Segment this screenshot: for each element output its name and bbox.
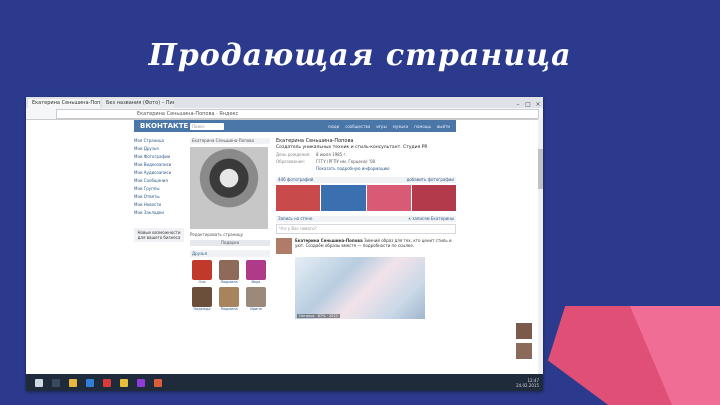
photo-thumb[interactable] <box>321 185 366 211</box>
chrome-icon[interactable] <box>120 378 128 387</box>
sidebar-item-friends[interactable]: Мои Друзья <box>134 146 184 154</box>
photo-thumb[interactable] <box>411 185 456 211</box>
nav-communities[interactable]: сообщества <box>345 124 370 129</box>
tab-vk[interactable]: Екатерина Сеньшина-Поп… <box>28 99 100 108</box>
profile-caption[interactable]: Редактировать страницу <box>190 232 270 237</box>
sidebar-item-messages[interactable]: Мои Сообщения <box>134 178 184 186</box>
friend-item[interactable]: Надежда <box>190 287 214 311</box>
nav-help[interactable]: помощь <box>414 124 431 129</box>
friend-item[interactable]: Оля <box>190 260 214 284</box>
friend-name: Людмила <box>220 280 238 284</box>
info-row: День рождения: 8 июля 1985 г. <box>276 152 456 157</box>
friend-item[interactable]: Ирина <box>244 287 268 311</box>
info-value: 8 июля 1985 г. <box>316 152 347 157</box>
vk-search-input[interactable]: Поиск <box>190 122 224 130</box>
profile-column: Екатерина Сеньшина-Попова Редактировать … <box>190 138 270 311</box>
friend-name: Надежда <box>193 307 211 311</box>
wall-link[interactable]: к записям Екатерины <box>409 216 454 222</box>
tab-pinterest[interactable]: Без названия (Фото) – Пинт… <box>102 99 174 108</box>
address-bar[interactable]: Екатерина Сеньшина-Попова · Яндекс <box>56 108 539 119</box>
scrollbar[interactable] <box>538 119 543 374</box>
info-value: ГГГУ (РГПУ им. Герцена) '08 <box>316 159 376 164</box>
avatar[interactable] <box>190 147 268 229</box>
add-photos-link[interactable]: добавить фотографии <box>407 177 454 183</box>
sidebar-item-groups[interactable]: Мои Группы <box>134 186 184 194</box>
info-row: Образование: ГГГУ (РГПУ им. Герцена) '08 <box>276 159 456 164</box>
nav-music[interactable]: музыка <box>393 124 409 129</box>
photo-thumb[interactable] <box>366 185 411 211</box>
clock-date: 24.02.2015 <box>516 382 539 388</box>
profile-status[interactable]: Создатель уникальных техник и стиль-конс… <box>276 145 456 150</box>
sidebar-promo[interactable]: Новые возможности для вашего бизнеса <box>134 228 184 242</box>
sidebar-item-photos[interactable]: Мои Фотографии <box>134 154 184 162</box>
nav-people[interactable]: люди <box>328 124 339 129</box>
nav-games[interactable]: игры <box>376 124 386 129</box>
start-icon[interactable] <box>35 378 43 387</box>
browser-icon[interactable] <box>86 378 94 387</box>
post-text: Екатерина Сеньшина-Попова Зимний образ д… <box>295 238 456 254</box>
friends-grid: Оля Людмила Вера Надежда Людмила Ирина <box>190 260 270 311</box>
photos-bar: 446 фотографий добавить фотографии <box>276 177 456 183</box>
main-column: Екатерина Сеньшина-Попова Создатель уник… <box>276 138 456 319</box>
slide-title: Продающая страница <box>148 38 572 73</box>
vk-sidebar: Моя Страница Мои Друзья Мои Фотографии М… <box>134 138 184 242</box>
vk-header: ВКОНТАКТЕ Поиск люди сообщества игры муз… <box>134 120 456 132</box>
gifts-button[interactable]: Подарки <box>190 240 270 246</box>
post-image-caption: Наталья · 87% · 2015 <box>297 314 340 318</box>
friend-name: Оля <box>198 280 206 284</box>
app-icon[interactable] <box>154 378 162 387</box>
post-input[interactable]: Что у Вас нового? <box>276 224 456 234</box>
search-icon[interactable] <box>52 378 60 387</box>
friend-name: Вера <box>251 280 261 284</box>
app-icon[interactable] <box>137 378 145 387</box>
nav-logout[interactable]: выйти <box>437 124 450 129</box>
sidebar-item-bookmarks[interactable]: Мои Закладки <box>134 210 184 218</box>
explorer-icon[interactable] <box>69 378 77 387</box>
sidebar-item-page[interactable]: Моя Страница <box>134 138 184 146</box>
address-row: Екатерина Сеньшина-Попова · Яндекс <box>26 108 543 120</box>
wall-label: Запись на стене <box>278 216 313 221</box>
friend-name: Ирина <box>250 307 262 311</box>
vk-nav: люди сообщества игры музыка помощь выйти <box>322 124 450 129</box>
photo-strip <box>276 185 456 211</box>
wall-bar: Запись на стене к записям Екатерины <box>276 216 456 222</box>
sidebar-item-audio[interactable]: Мои Аудиозаписи <box>134 170 184 178</box>
vk-logo[interactable]: ВКОНТАКТЕ <box>140 122 190 130</box>
close-icon[interactable]: × <box>533 101 543 108</box>
post-image[interactable]: Наталья · 87% · 2015 <box>295 257 425 319</box>
clock[interactable]: 12:47 24.02.2015 <box>516 378 539 388</box>
window-buttons: – □ × <box>513 101 543 108</box>
friends-title[interactable]: Друзья <box>190 250 270 257</box>
screenshot: Екатерина Сеньшина-Поп… Без названия (Фо… <box>26 97 543 391</box>
friend-item[interactable]: Людмила <box>217 287 241 311</box>
profile-full-name: Екатерина Сеньшина-Попова <box>276 138 354 144</box>
friend-name: Людмила <box>220 307 238 311</box>
friend-item[interactable]: Людмила <box>217 260 241 284</box>
profile-name-bar: Екатерина Сеньшина-Попова <box>190 138 270 144</box>
info-key: День рождения: <box>276 152 311 157</box>
post-avatar[interactable] <box>276 238 292 254</box>
photos-count[interactable]: 446 фотографий <box>278 177 313 183</box>
friend-item[interactable]: Вера <box>244 260 268 284</box>
browser-tabs: Екатерина Сеньшина-Поп… Без названия (Фо… <box>26 97 543 108</box>
sidebar-item-news[interactable]: Мои Новости <box>134 202 184 210</box>
photo-thumb[interactable] <box>276 185 321 211</box>
sidebar-item-videos[interactable]: Мои Видеозаписи <box>134 162 184 170</box>
thumb[interactable] <box>516 323 532 339</box>
more-info-link[interactable]: Показать подробную информацию <box>276 166 456 171</box>
thumb[interactable] <box>516 343 532 359</box>
wall-post: Екатерина Сеньшина-Попова Зимний образ д… <box>276 238 456 254</box>
taskbar: 12:47 24.02.2015 <box>26 374 543 391</box>
info-key: Образование: <box>276 159 306 164</box>
yandex-icon[interactable] <box>103 378 111 387</box>
right-thumbs <box>516 323 532 363</box>
sidebar-item-answers[interactable]: Мои Ответы <box>134 194 184 202</box>
minimize-icon[interactable]: – <box>513 101 523 108</box>
maximize-icon[interactable]: □ <box>523 101 533 108</box>
